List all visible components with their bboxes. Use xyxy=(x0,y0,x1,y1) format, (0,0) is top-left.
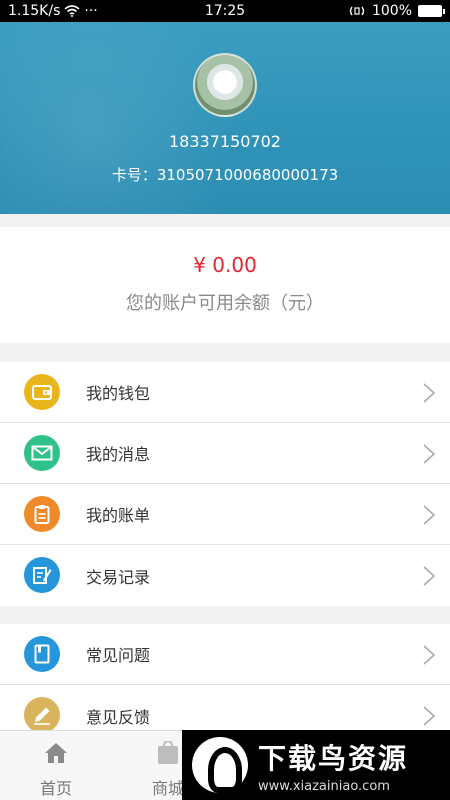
wallet-icon xyxy=(24,374,60,410)
chevron-right-icon xyxy=(423,645,436,665)
menu-item-messages[interactable]: 我的消息 xyxy=(0,423,450,484)
watermark-url: www.xiazainiao.com xyxy=(258,778,390,794)
menu-item-transactions[interactable]: 交易记录 xyxy=(0,545,450,606)
chevron-right-icon xyxy=(423,566,436,586)
chevron-right-icon xyxy=(423,505,436,525)
chevron-right-icon xyxy=(423,444,436,464)
avatar[interactable] xyxy=(193,53,257,117)
tab-home-label: 首页 xyxy=(39,779,72,798)
menu-label-feedback: 意见反馈 xyxy=(86,707,151,727)
card-number-line: 卡号：3105071000680000173 xyxy=(0,164,450,185)
card-label: 卡号： xyxy=(111,166,157,184)
menu-item-faq[interactable]: 常见问题 xyxy=(0,624,450,685)
nfc-icon xyxy=(349,6,365,16)
profile-header: 18337150702 卡号：3105071000680000173 xyxy=(0,22,450,214)
balance-panel: ¥ 0.00 您的账户可用余额（元） xyxy=(0,227,450,343)
book-icon xyxy=(24,636,60,672)
tab-home[interactable]: 首页 xyxy=(6,731,106,800)
card-number: 3105071000680000173 xyxy=(156,166,339,184)
watermark-title: 下载鸟资源 xyxy=(258,741,409,775)
phone-number: 18337150702 xyxy=(169,132,281,151)
battery-fill xyxy=(419,6,441,16)
wifi-icon xyxy=(64,5,80,17)
menu-label-messages: 我的消息 xyxy=(86,445,151,464)
balance-label: 您的账户可用余额（元） xyxy=(126,293,324,314)
battery-percent: 100% xyxy=(371,3,412,19)
battery-icon xyxy=(418,5,445,17)
edit-record-icon xyxy=(24,557,60,593)
status-left: 1.15K/s ··· xyxy=(8,3,98,19)
menu-label-transactions: 交易记录 xyxy=(86,567,151,587)
more-indicator: ··· xyxy=(84,3,98,19)
balance-amount: ¥ 0.00 xyxy=(193,253,257,277)
menu-group-account: 我的钱包 我的消息 我的账单 交易记录 xyxy=(0,362,450,606)
pencil-icon xyxy=(24,697,60,733)
bird-logo-icon xyxy=(192,737,248,793)
status-right: 100% xyxy=(348,3,445,19)
chevron-right-icon xyxy=(423,706,436,726)
network-speed: 1.15K/s xyxy=(8,3,61,19)
home-icon xyxy=(45,743,67,763)
chevron-right-icon xyxy=(423,383,436,403)
menu-item-wallet[interactable]: 我的钱包 xyxy=(0,362,450,423)
status-bar: 1.15K/s ··· 17:25 100% xyxy=(0,0,450,22)
watermark-overlay: 下载鸟资源 www.xiazainiao.com xyxy=(182,730,450,800)
clipboard-icon xyxy=(24,496,60,532)
menu-label-faq: 常见问题 xyxy=(86,646,151,665)
envelope-icon xyxy=(24,435,60,471)
menu-item-bill[interactable]: 我的账单 xyxy=(0,484,450,545)
shopping-bag-icon xyxy=(158,741,178,764)
watermark-text: 下载鸟资源 www.xiazainiao.com xyxy=(258,737,408,794)
menu-label-wallet: 我的钱包 xyxy=(86,384,151,403)
menu-label-bill: 我的账单 xyxy=(86,506,151,525)
menu-group-support: 常见问题 意见反馈 xyxy=(0,624,450,746)
